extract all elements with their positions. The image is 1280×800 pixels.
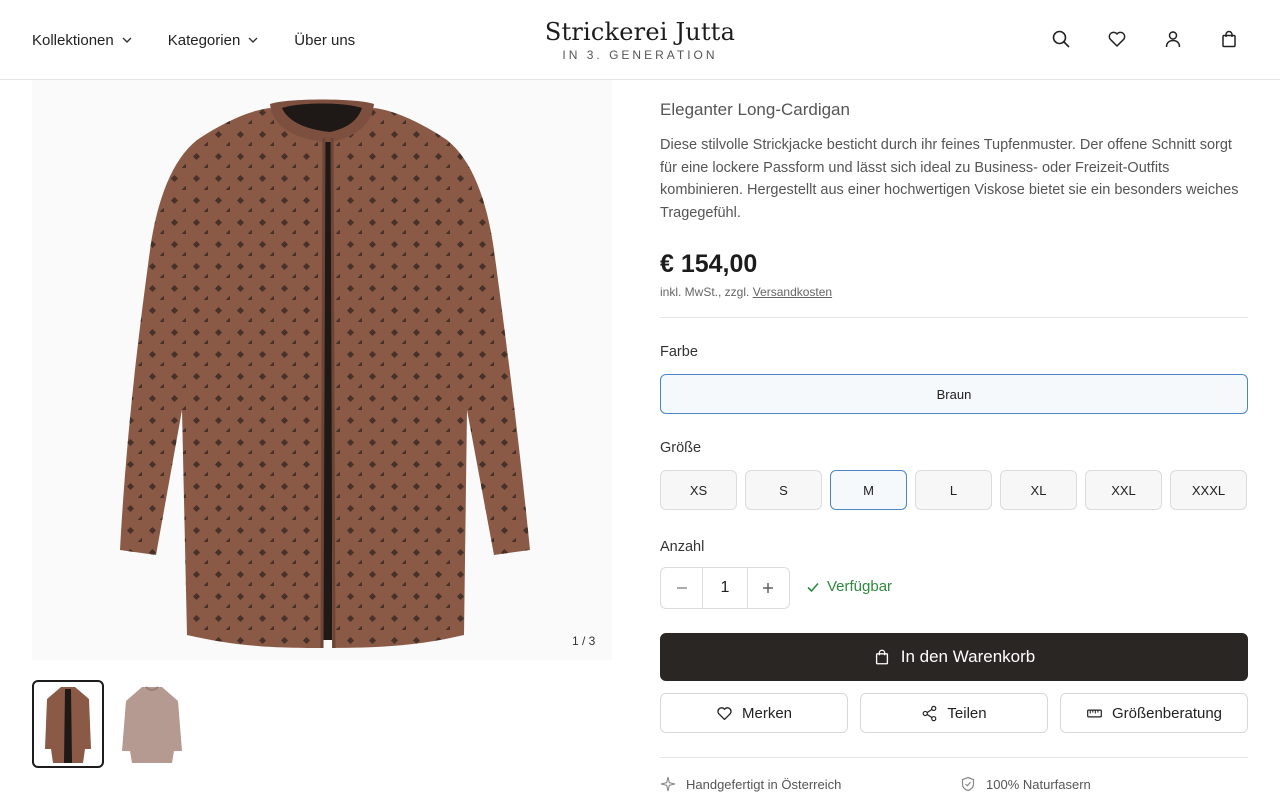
availability-text: Verfügbar bbox=[827, 578, 893, 595]
secondary-actions: Merken Teilen Größenberatung bbox=[660, 693, 1248, 733]
thumbnail-2[interactable] bbox=[116, 680, 188, 768]
quantity-label: Anzahl bbox=[660, 539, 705, 555]
size-option[interactable]: XXXL bbox=[1170, 470, 1247, 510]
cardigan-beige-thumbnail bbox=[122, 686, 182, 763]
size-label: Größe bbox=[660, 440, 702, 456]
add-to-cart-button[interactable]: In den Warenkorb bbox=[660, 633, 1248, 681]
size-option[interactable]: XL bbox=[1000, 470, 1077, 510]
shield-icon bbox=[961, 776, 975, 792]
tax-note: inkl. MwSt., zzgl. Versandkosten bbox=[660, 285, 832, 299]
heart-icon[interactable] bbox=[1106, 28, 1128, 50]
wishlist-button[interactable]: Merken bbox=[660, 693, 848, 733]
availability-status: Verfügbar bbox=[806, 578, 892, 595]
header-actions bbox=[1050, 28, 1240, 50]
sparkle-icon bbox=[660, 776, 676, 792]
size-selector: XS S M L XL XXL XXXL bbox=[660, 470, 1247, 510]
size-option[interactable]: S bbox=[745, 470, 822, 510]
product-features: Handgefertigt in Österreich 100% Naturfa… bbox=[660, 776, 1260, 792]
shopping-bag-icon[interactable] bbox=[1218, 28, 1240, 50]
divider bbox=[660, 757, 1248, 758]
quantity-value[interactable]: 1 bbox=[702, 568, 748, 608]
share-button[interactable]: Teilen bbox=[860, 693, 1048, 733]
product-description: Diese stilvolle Strickjacke besticht dur… bbox=[660, 137, 1239, 221]
shopping-bag-icon bbox=[875, 649, 888, 665]
feature-handmade: Handgefertigt in Österreich bbox=[660, 776, 960, 792]
share-icon bbox=[923, 705, 937, 721]
color-label: Farbe bbox=[660, 344, 698, 360]
thumbnail-strip bbox=[32, 680, 188, 768]
product-image[interactable] bbox=[32, 80, 612, 660]
site-header: Kollektionen Kategorien Über uns Stricke… bbox=[0, 0, 1280, 80]
image-counter: 1 / 3 bbox=[572, 634, 596, 648]
cardigan-image bbox=[32, 80, 612, 660]
increase-button[interactable] bbox=[748, 568, 789, 608]
share-label: Teilen bbox=[947, 704, 987, 722]
size-guide-button[interactable]: Größenberatung bbox=[1060, 693, 1248, 733]
quantity-stepper: 1 bbox=[660, 567, 790, 609]
feature-label: Handgefertigt in Österreich bbox=[686, 776, 842, 792]
search-icon[interactable] bbox=[1050, 28, 1072, 50]
wishlist-label: Merken bbox=[741, 704, 793, 722]
minus-icon bbox=[676, 587, 687, 589]
plus-icon bbox=[763, 583, 774, 593]
size-option[interactable]: XS bbox=[660, 470, 737, 510]
product-price: € 154,00 bbox=[660, 250, 758, 278]
size-option-selected[interactable]: M bbox=[830, 470, 907, 510]
size-option[interactable]: XXL bbox=[1085, 470, 1162, 510]
heart-icon bbox=[717, 706, 732, 720]
check-icon bbox=[807, 582, 819, 592]
cardigan-brown-thumbnail bbox=[45, 687, 91, 763]
size-guide-label: Größenberatung bbox=[1111, 704, 1223, 722]
color-option-braun[interactable]: Braun bbox=[660, 374, 1248, 414]
decrease-button[interactable] bbox=[661, 568, 702, 608]
divider bbox=[660, 317, 1248, 318]
size-option[interactable]: L bbox=[915, 470, 992, 510]
feature-label: 100% Naturfasern bbox=[986, 776, 1091, 792]
product-subtitle: Eleganter Long-Cardigan bbox=[660, 100, 850, 119]
user-icon[interactable] bbox=[1162, 28, 1184, 50]
ruler-icon bbox=[1087, 709, 1102, 717]
feature-natural-fibers: 100% Naturfasern bbox=[960, 776, 1260, 792]
thumbnail-1[interactable] bbox=[32, 680, 104, 768]
add-to-cart-label: In den Warenkorb bbox=[900, 647, 1036, 666]
tax-text: inkl. MwSt., zzgl. bbox=[660, 285, 750, 299]
shipping-link[interactable]: Versandkosten bbox=[753, 285, 832, 299]
